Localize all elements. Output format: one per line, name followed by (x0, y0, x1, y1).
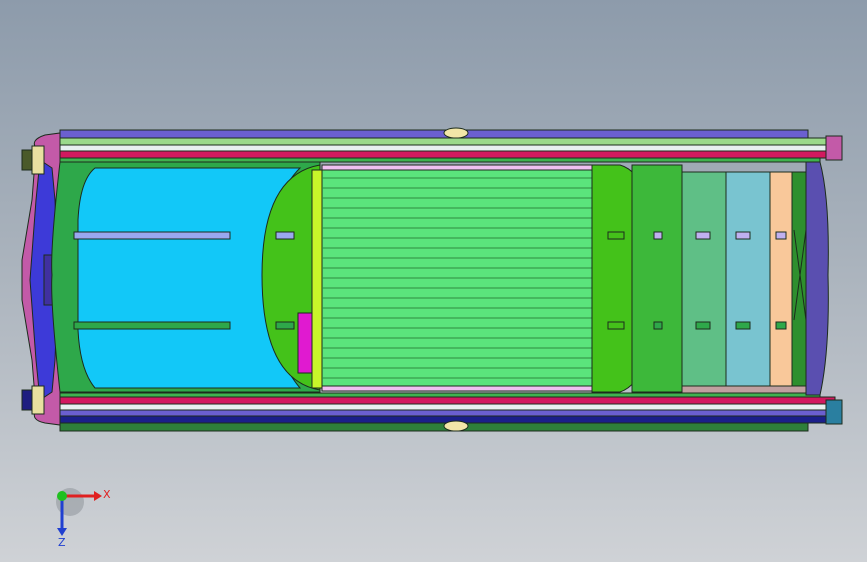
bed-section-3 (769, 171, 793, 388)
bed-section-1 (681, 171, 727, 388)
wiper-bottom (73, 321, 231, 330)
handle-magenta[interactable] (297, 312, 313, 374)
side-rail-top-4 (49, 157, 821, 163)
bed-marker-7 (735, 321, 751, 330)
bed-section-2 (725, 171, 771, 388)
side-rail-bottom-navy (55, 415, 827, 424)
z-axis-label: Z (58, 536, 66, 549)
roof-top-edge (321, 164, 593, 171)
side-rail-top-3 (49, 144, 836, 152)
side-rail-bottom-4 (49, 392, 821, 398)
wheel-front-right-hub (31, 385, 45, 415)
coordinate-triad: X Z (56, 488, 111, 549)
bed-floor-edge (681, 385, 807, 394)
graphics-viewport[interactable] (0, 0, 867, 562)
roof-marker-1 (275, 231, 295, 240)
roof-rear-marker-2 (607, 321, 625, 330)
side-rail-top-outer (59, 129, 809, 139)
side-rail-top-magenta (49, 150, 836, 159)
roof-stripes (322, 177, 592, 379)
side-rail-bottom-outer (59, 422, 809, 432)
bed-marker-5 (653, 321, 663, 330)
bed-marker-1 (653, 231, 663, 240)
side-rail-bottom-purple (51, 409, 831, 417)
wheel-rear-right (825, 399, 843, 425)
bed-marker-4 (775, 231, 787, 240)
roof-rear-marker-1 (607, 231, 625, 240)
x-axis-arrow (94, 491, 102, 501)
bed-marker-6 (695, 321, 711, 330)
bed-marker-3 (735, 231, 751, 240)
wheel-rear-left (825, 135, 843, 161)
rear-body (631, 164, 683, 393)
wiper-top (73, 231, 231, 240)
side-rail-top-2 (51, 137, 831, 146)
z-axis-arrow (57, 528, 67, 536)
side-rail-bottom-magenta (49, 396, 836, 405)
tailgate (805, 161, 829, 396)
mirror-top (443, 127, 469, 139)
x-axis-label: X (103, 488, 111, 501)
y-axis-dot (57, 491, 67, 501)
car-model[interactable] (21, 127, 843, 432)
bed-marker-2 (695, 231, 711, 240)
roof-bottom-edge (321, 385, 593, 392)
wheel-front-left-hub (31, 145, 45, 175)
roof-marker-2 (275, 321, 295, 330)
side-rail-bottom-3 (49, 403, 836, 411)
bed-marker-8 (775, 321, 787, 330)
mirror-bottom (443, 420, 469, 432)
